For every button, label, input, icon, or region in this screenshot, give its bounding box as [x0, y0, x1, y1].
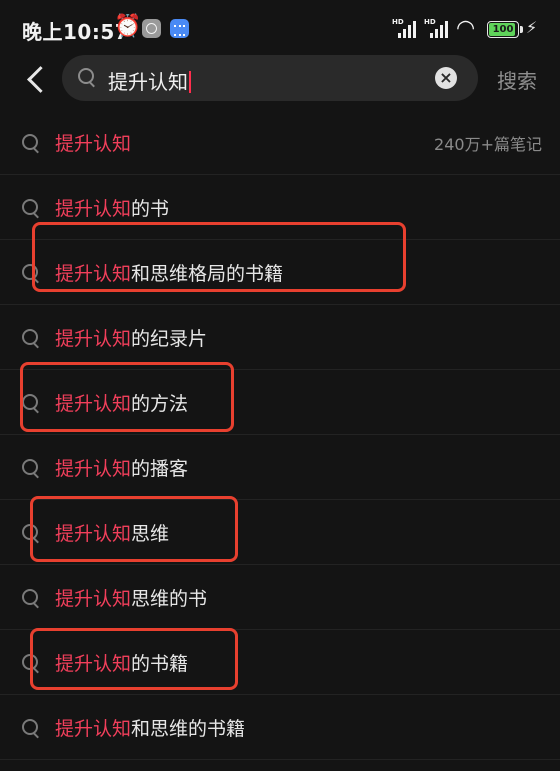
- suggestion-suffix: 和思维的书籍: [131, 718, 246, 740]
- search-button[interactable]: 搜索: [497, 65, 537, 94]
- search-icon: [22, 719, 38, 735]
- keyboard-notification-icon: [170, 19, 189, 38]
- annotation-box: [30, 496, 238, 562]
- search-icon: [22, 199, 38, 215]
- annotation-box: [20, 362, 234, 432]
- text-caret: [189, 71, 191, 93]
- suggestion-item[interactable]: 提升认知的播客: [0, 435, 560, 500]
- suggestion-suffix: 的书: [131, 198, 170, 220]
- suggestion-item[interactable]: 提升认知 240万+篇笔记: [0, 110, 560, 175]
- charging-icon: ⚡: [526, 18, 538, 37]
- suggestion-item[interactable]: 提升认知思维的书: [0, 565, 560, 630]
- annotation-box: [32, 222, 406, 292]
- battery-percent: 100: [492, 24, 514, 35]
- suggestion-item[interactable]: 提升认知和思维的书籍: [0, 695, 560, 760]
- alarm-icon: ⏰: [114, 14, 142, 39]
- status-bar: 晚上10:57 ⏰ HD HD ◠ 100 ⚡: [0, 0, 560, 58]
- search-icon: [22, 329, 38, 345]
- suggestion-item[interactable]: 提升认知的纪录片: [0, 305, 560, 370]
- app-notification-icon: [142, 19, 161, 38]
- search-icon: [22, 459, 38, 475]
- note-count: 240万+篇笔记: [434, 135, 542, 154]
- suggestion-highlight: 提升认知: [55, 198, 132, 220]
- suggestion-highlight: 提升认知: [55, 328, 132, 350]
- battery-icon: 100: [487, 21, 523, 38]
- back-button[interactable]: [22, 62, 54, 98]
- suggestion-highlight: 提升认知: [55, 458, 132, 480]
- search-icon: [22, 134, 38, 150]
- search-icon: [78, 68, 94, 84]
- search-icon: [22, 589, 38, 605]
- suggestion-highlight: 提升认知: [55, 718, 132, 740]
- suggestion-highlight: 提升认知: [55, 133, 132, 155]
- annotation-box: [30, 628, 238, 690]
- search-query[interactable]: 提升认知: [108, 66, 191, 95]
- suggestion-suffix: 的纪录片: [131, 328, 208, 350]
- cellular-signal-icon: HD: [392, 18, 418, 38]
- suggestion-suffix: 思维的书: [131, 588, 208, 610]
- suggestion-suffix: 的播客: [131, 458, 189, 480]
- clear-icon[interactable]: ×: [435, 67, 457, 89]
- suggestion-highlight: 提升认知: [55, 588, 132, 610]
- cellular-signal-2-icon: HD: [424, 18, 450, 38]
- wifi-icon: ◠: [456, 16, 476, 41]
- search-input[interactable]: 提升认知 ×: [62, 55, 478, 101]
